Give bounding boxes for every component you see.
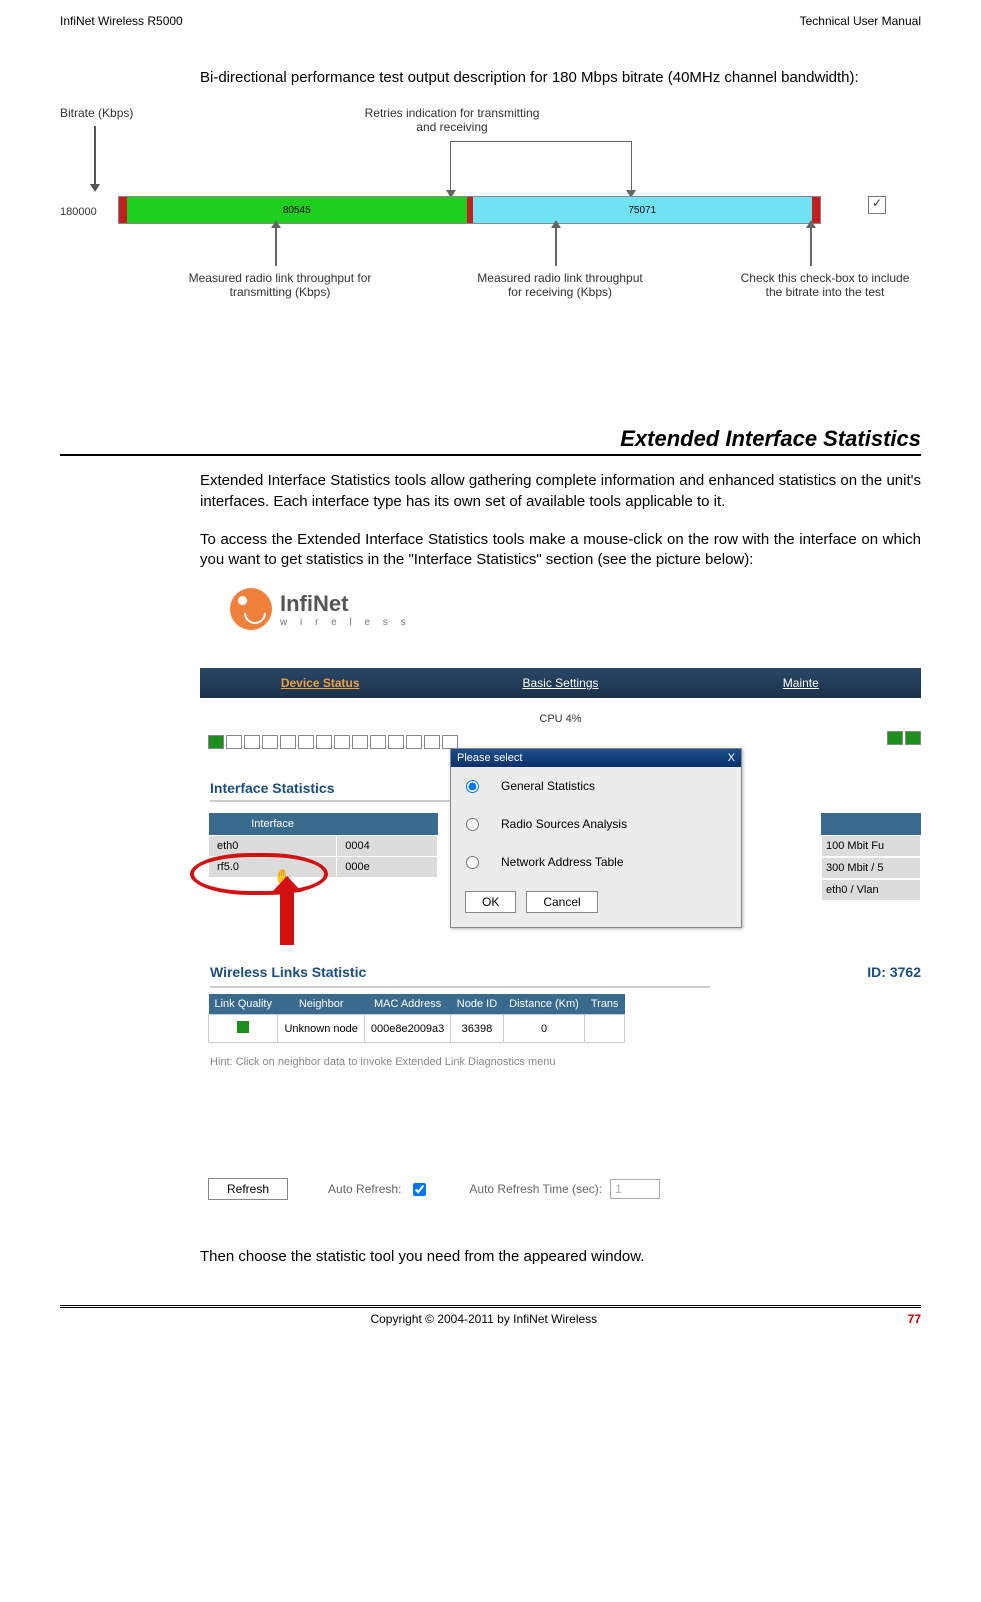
if-eth0: eth0 xyxy=(209,836,337,857)
col-link-quality: Link Quality xyxy=(209,994,278,1015)
table-row[interactable]: eth00004 xyxy=(209,836,438,857)
copyright: Copyright © 2004-2011 by InfiNet Wireles… xyxy=(370,1312,597,1326)
retries-branch-arrow xyxy=(450,141,632,192)
para2: To access the Extended Interface Statist… xyxy=(200,530,921,571)
router-id: ID: 3762 xyxy=(867,964,921,980)
throughput-bar: 80545 75071 xyxy=(118,196,821,224)
wireless-stats-title: Wireless Links Statistic xyxy=(210,964,366,980)
arrow-down-icon xyxy=(94,126,96,186)
tab-maintenance[interactable]: Mainte xyxy=(681,668,921,698)
if-rf5: rf5.0 xyxy=(209,857,337,878)
radio-nat[interactable] xyxy=(466,856,479,869)
cpu-bar xyxy=(208,735,538,749)
retries-label: Retries indication for transmitting and … xyxy=(357,106,547,134)
radio-sources[interactable] xyxy=(466,818,479,831)
cell-node: 36398 xyxy=(451,1015,503,1043)
rx-bar-value: 75071 xyxy=(473,197,813,223)
hint-text: Hint: Click on neighbor data to invoke E… xyxy=(210,1056,555,1068)
col-node-id: Node ID xyxy=(451,994,503,1015)
auto-refresh-time-label: Auto Refresh Time (sec): xyxy=(469,1182,602,1196)
col-mac: MAC Address xyxy=(364,994,450,1015)
hdr-right: Technical User Manual xyxy=(800,14,921,28)
cpu-label: CPU 4% xyxy=(200,713,921,725)
close-icon[interactable]: X xyxy=(728,752,735,764)
select-popup: Please select X General Statistics Radio… xyxy=(450,748,742,928)
include-bitrate-checkbox[interactable]: ✓ xyxy=(868,196,886,214)
col-interface: Interface xyxy=(209,813,337,836)
auto-refresh-label: Auto Refresh: xyxy=(328,1182,401,1196)
page-header: InfiNet Wireless R5000 Technical User Ma… xyxy=(60,14,921,28)
tab-device-status[interactable]: Device Status xyxy=(200,668,440,698)
logo-sub: w i r e l e s s xyxy=(280,617,411,628)
cell-mac: 000e8e2009a3 xyxy=(364,1015,450,1043)
opt-general-stats[interactable]: General Statistics xyxy=(451,767,741,805)
popup-title-text: Please select xyxy=(457,752,522,764)
page-number: 77 xyxy=(908,1312,921,1326)
hdr-left: InfiNet Wireless R5000 xyxy=(60,14,183,28)
opt-radio-sources[interactable]: Radio Sources Analysis xyxy=(451,805,741,843)
tx-retries-segment xyxy=(119,197,127,223)
refresh-button[interactable]: Refresh xyxy=(208,1178,288,1200)
arrow-up-icon xyxy=(810,226,812,266)
closing-text: Then choose the statistic tool you need … xyxy=(200,1248,921,1265)
col-neighbor: Neighbor xyxy=(278,994,364,1015)
rx-label: Measured radio link throughput for recei… xyxy=(470,271,650,299)
page-footer: Copyright © 2004-2011 by InfiNet Wireles… xyxy=(60,1305,921,1326)
radio-general[interactable] xyxy=(466,780,479,793)
cancel-button[interactable]: Cancel xyxy=(526,891,597,913)
main-nav: Device Status Basic Settings Mainte xyxy=(200,668,921,698)
table-row[interactable]: Unknown node 000e8e2009a3 36398 0 xyxy=(209,1015,625,1043)
mode-cell: 300 Mbit / 5 xyxy=(821,857,921,879)
webui-screenshot: InfiNet w i r e l e s s Device Status Ba… xyxy=(200,588,921,1248)
link-quality-icon xyxy=(237,1021,249,1033)
red-arrow-up-icon xyxy=(280,890,294,945)
tab-basic-settings[interactable]: Basic Settings xyxy=(440,668,680,698)
bottom-bar: Refresh Auto Refresh: Auto Refresh Time … xyxy=(208,1178,921,1200)
interface-table: Interface eth00004 rf5.0000e xyxy=(208,813,438,878)
checkbox-label: Check this check-box to include the bitr… xyxy=(740,271,910,299)
wireless-links-table: Link Quality Neighbor MAC Address Node I… xyxy=(208,994,625,1043)
tx-label: Measured radio link throughput for trans… xyxy=(180,271,380,299)
mode-column: 100 Mbit Fu 300 Mbit / 5 eth0 / Vlan xyxy=(821,813,921,901)
cell-neighbor: Unknown node xyxy=(278,1015,364,1043)
hr-icon xyxy=(210,986,710,988)
auto-refresh-checkbox[interactable] xyxy=(413,1183,426,1196)
cpu-bar-right xyxy=(887,731,921,745)
infinet-logo: InfiNet w i r e l e s s xyxy=(230,588,411,630)
ok-button[interactable]: OK xyxy=(465,891,516,913)
logo-icon xyxy=(230,588,272,630)
section-title: Extended Interface Statistics xyxy=(60,426,921,452)
table-row[interactable]: rf5.0000e xyxy=(209,857,438,878)
auto-refresh-time-input[interactable] xyxy=(610,1179,660,1199)
cell-dist: 0 xyxy=(503,1015,585,1043)
mode-cell: eth0 / Vlan xyxy=(821,879,921,901)
opt-net-addr[interactable]: Network Address Table xyxy=(451,843,741,881)
col-distance: Distance (Km) xyxy=(503,994,585,1015)
bitrate-kbps-label: Bitrate (Kbps) xyxy=(60,106,133,120)
intro-text: Bi-directional performance test output d… xyxy=(200,68,921,88)
col-trans: Trans xyxy=(585,994,625,1015)
arrow-up-icon xyxy=(555,226,557,266)
interface-stats-title: Interface Statistics xyxy=(210,780,335,796)
bitrate-diagram: Bitrate (Kbps) Retries indication for tr… xyxy=(60,106,921,396)
mode-cell: 100 Mbit Fu xyxy=(821,835,921,857)
arrow-up-icon xyxy=(275,226,277,266)
bitrate-value: 180000 xyxy=(60,206,97,218)
tx-bar-value: 80545 xyxy=(127,197,467,223)
para1: Extended Interface Statistics tools allo… xyxy=(200,471,921,512)
logo-main: InfiNet xyxy=(280,591,411,617)
section-rule xyxy=(60,454,921,456)
